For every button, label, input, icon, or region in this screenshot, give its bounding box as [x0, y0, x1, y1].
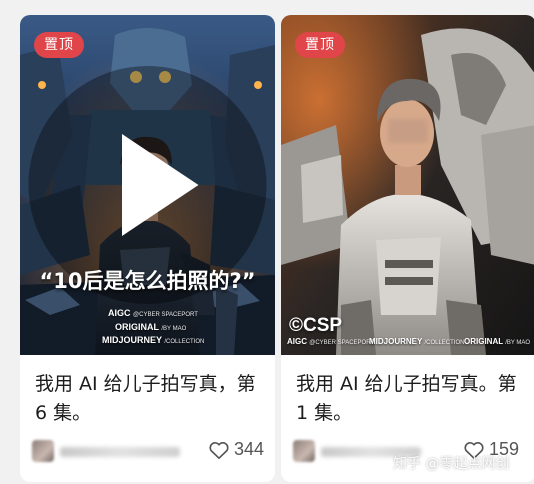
cover-image[interactable]: 置顶 ©CSP AIGC @CYBER SPACEPORT MIDJOURNEY… [281, 15, 534, 355]
cover-quote-text: “10后是怎么拍照的?” [39, 269, 256, 293]
cover-caption-line: MIDJOURNEY /COLLECTION [102, 335, 205, 345]
note-title[interactable]: 我用 AI 给儿子拍写真，第 6 集。 [35, 370, 263, 428]
like-count: 344 [234, 439, 265, 459]
note-card[interactable]: 置顶 ©CSP AIGC @CYBER SPACEPORT MIDJOURNEY… [281, 15, 534, 482]
author-avatar[interactable] [32, 440, 54, 462]
cover-caption-line: ORIGINAL /BY MAO [464, 337, 531, 346]
zhihu-watermark: 知乎 @零起点网创 [393, 456, 510, 472]
video-play-icon[interactable] [20, 15, 275, 355]
pinned-badge: 置顶 [295, 32, 345, 58]
cover-logo-text: ©CSP [289, 315, 343, 336]
cover-illustration-mech-boy [281, 15, 534, 355]
card-meta: 344 [32, 437, 268, 465]
cover-caption-line: AIGC @CYBER SPACEPORT [287, 337, 375, 346]
cover-caption-line: AIGC @CYBER SPACEPORT [108, 308, 198, 318]
cover-caption-line: ORIGINAL /BY MAO [115, 322, 187, 332]
cover-image[interactable]: 置顶 “10后是怎么拍照的?” AIGC @CYBER SPACEPORT OR… [20, 15, 275, 355]
author-avatar[interactable] [293, 440, 315, 462]
note-card[interactable]: 置顶 “10后是怎么拍照的?” AIGC @CYBER SPACEPORT OR… [20, 15, 275, 482]
note-title[interactable]: 我用 AI 给儿子拍写真。第 1 集。 [296, 370, 524, 428]
cover-caption-line: MIDJOURNEY /COLLECTION [369, 337, 465, 346]
author-name-redacted[interactable] [60, 447, 180, 457]
heart-outline-icon[interactable] [208, 440, 230, 460]
